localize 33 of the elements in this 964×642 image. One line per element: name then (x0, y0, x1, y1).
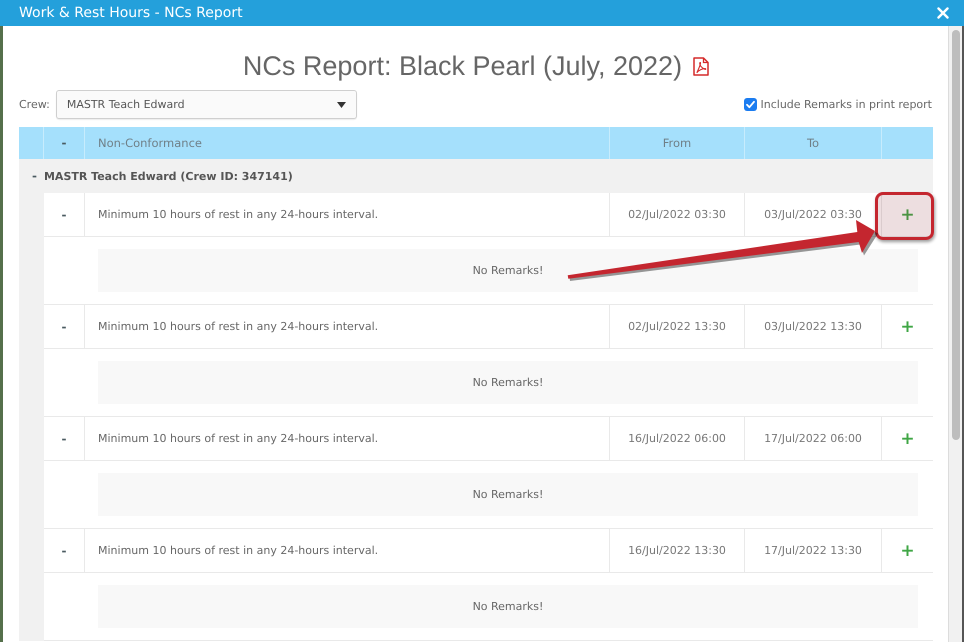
crew-group-title: MASTR Teach Edward (Crew ID: 347141) (44, 170, 293, 182)
checkbox-label: Include Remarks in print report (760, 98, 932, 111)
remarks-text: No Remarks! (472, 264, 544, 277)
to-date-cell: 03/Jul/2022 13:30 (745, 305, 882, 348)
nc-description-cell: Minimum 10 hours of rest in any 24-hours interval. (85, 193, 610, 236)
nc-description-cell: Minimum 10 hours of rest in any 24-hours interval. (85, 529, 610, 572)
collapse-all-toggle[interactable]: - (60, 136, 68, 150)
group-collapse-toggle[interactable]: - (30, 169, 39, 183)
scrollbar-thumb[interactable] (952, 30, 960, 440)
collapse-toggle[interactable]: - (60, 544, 68, 558)
to-date-cell: 17/Jul/2022 06:00 (745, 417, 882, 460)
crew-select[interactable]: MASTR Teach Edward (56, 90, 357, 119)
from-date-cell: 16/Jul/2022 13:30 (610, 529, 745, 572)
caret-icon (336, 102, 346, 108)
from-date-cell: 02/Jul/2022 13:30 (610, 305, 745, 348)
from-date-cell: 02/Jul/2022 03:30 (610, 193, 745, 236)
checkbox[interactable] (744, 98, 756, 111)
nc-description-cell: Minimum 10 hours of rest in any 24-hours interval. (85, 305, 610, 348)
collapse-toggle[interactable]: - (60, 208, 68, 222)
pdf-icon[interactable] (693, 56, 710, 76)
nc-description-cell: Minimum 10 hours of rest in any 24-hours interval. (85, 417, 610, 460)
to-date-cell: 17/Jul/2022 13:30 (745, 529, 882, 572)
close-icon[interactable] (937, 7, 949, 19)
collapse-toggle[interactable]: - (60, 320, 68, 334)
window-title: Work & Rest Hours - NCs Report (19, 5, 243, 21)
remarks-text: No Remarks! (472, 600, 544, 613)
scrollbar-track[interactable] (948, 26, 964, 642)
remarks-text: No Remarks! (472, 488, 544, 501)
crew-label: Crew: (19, 98, 50, 111)
report-title: NCs Report: Black Pearl (July, 2022) (242, 50, 682, 82)
remarks-text: No Remarks! (472, 376, 544, 389)
from-date-cell: 16/Jul/2022 06:00 (610, 417, 745, 460)
collapse-toggle[interactable]: - (60, 432, 68, 446)
